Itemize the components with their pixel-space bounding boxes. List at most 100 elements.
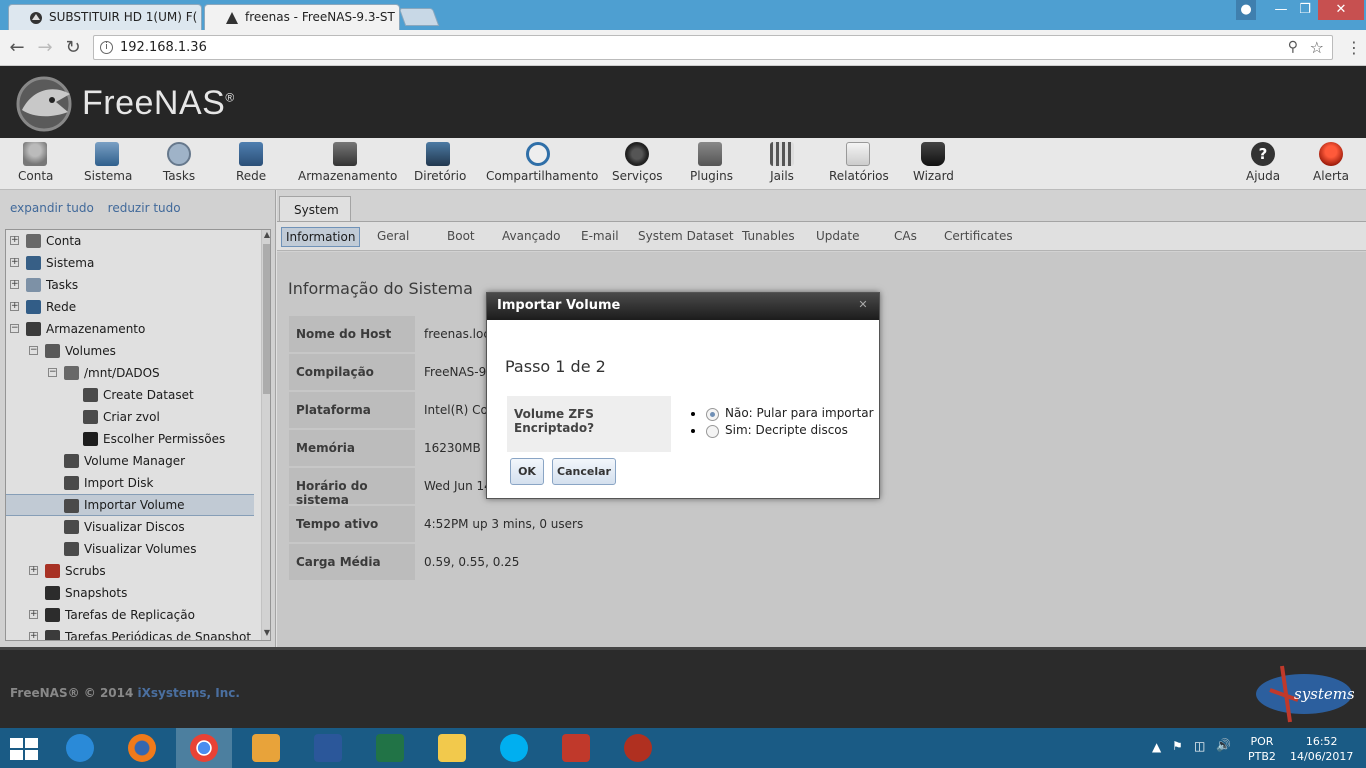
info-icon[interactable]: i [100, 41, 113, 54]
user-profile-icon[interactable]: ● [1236, 0, 1256, 20]
excel-icon [376, 734, 404, 762]
windows-taskbar: ▲ ⚑ ◫ 🔊 POR PTB2 16:52 14/06/2017 [0, 728, 1366, 768]
toolbar-compartilhamento[interactable]: Compartilhamento [486, 142, 599, 183]
clock-date: 14/06/2017 [1290, 750, 1354, 763]
chevron-up-icon[interactable]: ▲ [1152, 740, 1161, 754]
window-close-button[interactable]: ✕ [1318, 0, 1364, 20]
services-icon [625, 142, 649, 166]
key-icon[interactable]: ⚲ [1288, 39, 1298, 55]
toolbar-label: Armazenamento [298, 169, 398, 183]
badge-app-icon [624, 734, 652, 762]
taskbar-excel[interactable] [362, 728, 418, 768]
browser-tab-freenas[interactable]: freenas - FreeNAS-9.3-ST [204, 4, 400, 30]
brand-text: FreeNAS [82, 84, 226, 122]
minimize-button[interactable]: — [1268, 0, 1294, 20]
toolbar-rede[interactable]: Rede [236, 142, 266, 183]
url-text: 192.168.1.36 [120, 40, 207, 55]
taskbar-word[interactable] [300, 728, 356, 768]
language-indicator[interactable]: POR PTB2 [1248, 734, 1276, 764]
toolbar-label: Wizard [913, 169, 954, 183]
taskbar-app-badge[interactable] [610, 728, 666, 768]
toolbar-sistema[interactable]: Sistema [84, 142, 133, 183]
jails-icon [770, 142, 794, 166]
toolbar-label: Sistema [84, 169, 133, 183]
dialog-step: Passo 1 de 2 [505, 357, 606, 376]
browser-tab-substituir[interactable]: SUBSTITUIR HD 1(UM) F( [8, 4, 202, 30]
option-yes[interactable]: Sim: Decripte discos [687, 423, 874, 440]
back-arrow-icon[interactable]: ← [6, 37, 28, 59]
encryption-options: Não: Pular para importar Sim: Decripte d… [687, 406, 874, 440]
help-icon: ? [1251, 142, 1275, 166]
ok-button[interactable]: OK [510, 458, 544, 485]
taskbar-outlook[interactable] [238, 728, 294, 768]
option-no-label: Não: Pular para importar [725, 406, 874, 420]
users-icon [23, 142, 47, 166]
network-icon [239, 142, 263, 166]
file-explorer-icon [438, 734, 466, 762]
alert-icon [1319, 142, 1343, 166]
freenas-header: FreeNAS® [0, 66, 1366, 138]
directory-icon [426, 142, 450, 166]
maximize-button[interactable]: ❐ [1292, 0, 1318, 20]
radio-no[interactable] [706, 408, 719, 421]
company-link[interactable]: iXsystems, Inc. [138, 686, 240, 700]
browser-tab-title: SUBSTITUIR HD 1(UM) F( [49, 10, 198, 24]
toolbar-armazenamento[interactable]: Armazenamento [298, 142, 398, 183]
system-icon [95, 142, 119, 166]
copyright-text: FreeNAS® © 2014 [10, 686, 138, 700]
storage-icon [333, 142, 357, 166]
toolbar-diretorio[interactable]: Diretório [414, 142, 467, 183]
encrypted-question-label: Volume ZFS Encriptado? [507, 396, 671, 452]
taskbar-explorer[interactable] [424, 728, 480, 768]
toolbar-jails[interactable]: Jails [768, 142, 796, 183]
language-code: POR [1250, 735, 1274, 748]
browser-menu-icon[interactable]: ⋮ [1346, 38, 1362, 57]
toolbar-label: Diretório [414, 169, 467, 183]
toolbar-ajuda[interactable]: ? Ajuda [1246, 142, 1280, 183]
toolbar-conta[interactable]: Conta [18, 142, 54, 183]
clock[interactable]: 16:52 14/06/2017 [1290, 734, 1353, 764]
toolbar-label: Conta [18, 169, 54, 183]
flag-icon[interactable]: ⚑ [1172, 739, 1183, 753]
chrome-icon [190, 734, 218, 762]
toolbar-wizard[interactable]: Wizard [913, 142, 954, 183]
toolbar-relatorios[interactable]: Relatórios [829, 142, 889, 183]
skype-icon [500, 734, 528, 762]
toolbar-label: Compartilhamento [486, 169, 599, 183]
network-tray-icon[interactable]: ◫ [1194, 739, 1205, 753]
freenas-favicon-icon [30, 12, 42, 24]
ixsystems-logo-icon: systems [1256, 665, 1354, 723]
internet-explorer-icon [66, 734, 94, 762]
outlook-icon [252, 734, 280, 762]
radio-yes[interactable] [706, 425, 719, 438]
bullet-icon [691, 429, 695, 433]
url-input[interactable]: i 192.168.1.36 ⚲ ☆ [93, 35, 1333, 60]
toolbar-tasks[interactable]: Tasks [162, 142, 196, 183]
toolbar-label: Ajuda [1246, 169, 1281, 183]
toolbar-alerta[interactable]: Alerta [1313, 142, 1349, 183]
taskbar-firefox[interactable] [114, 728, 170, 768]
freenas-footer: FreeNAS® © 2014 iXsystems, Inc. systems [0, 647, 1366, 728]
windows-start-icon[interactable] [10, 738, 38, 760]
cancel-button[interactable]: Cancelar [552, 458, 616, 485]
ixsystems-logo-text: systems [1294, 685, 1354, 703]
new-tab-button[interactable] [398, 8, 440, 26]
reload-icon[interactable]: ↻ [62, 37, 84, 59]
browser-tab-title: freenas - FreeNAS-9.3-ST [245, 10, 395, 24]
toolbar-servicos[interactable]: Serviços [612, 142, 663, 183]
close-icon[interactable]: ✕ [857, 299, 869, 311]
forward-arrow-icon[interactable]: → [34, 37, 56, 59]
taskbar-app-h[interactable] [548, 728, 604, 768]
toolbar-plugins[interactable]: Plugins [690, 142, 733, 183]
taskbar-skype[interactable] [486, 728, 542, 768]
freenas-favicon-icon [226, 12, 238, 24]
taskbar-ie[interactable] [52, 728, 108, 768]
taskbar-chrome[interactable] [176, 728, 232, 768]
bookmark-star-icon[interactable]: ☆ [1310, 38, 1324, 57]
freenas-shark-logo-icon [16, 76, 72, 132]
toolbar-label: Relatórios [829, 169, 889, 183]
option-no[interactable]: Não: Pular para importar [687, 406, 874, 423]
toolbar-label: Jails [770, 169, 794, 183]
toolbar-label: Serviços [612, 169, 663, 183]
volume-icon[interactable]: 🔊 [1216, 738, 1231, 752]
